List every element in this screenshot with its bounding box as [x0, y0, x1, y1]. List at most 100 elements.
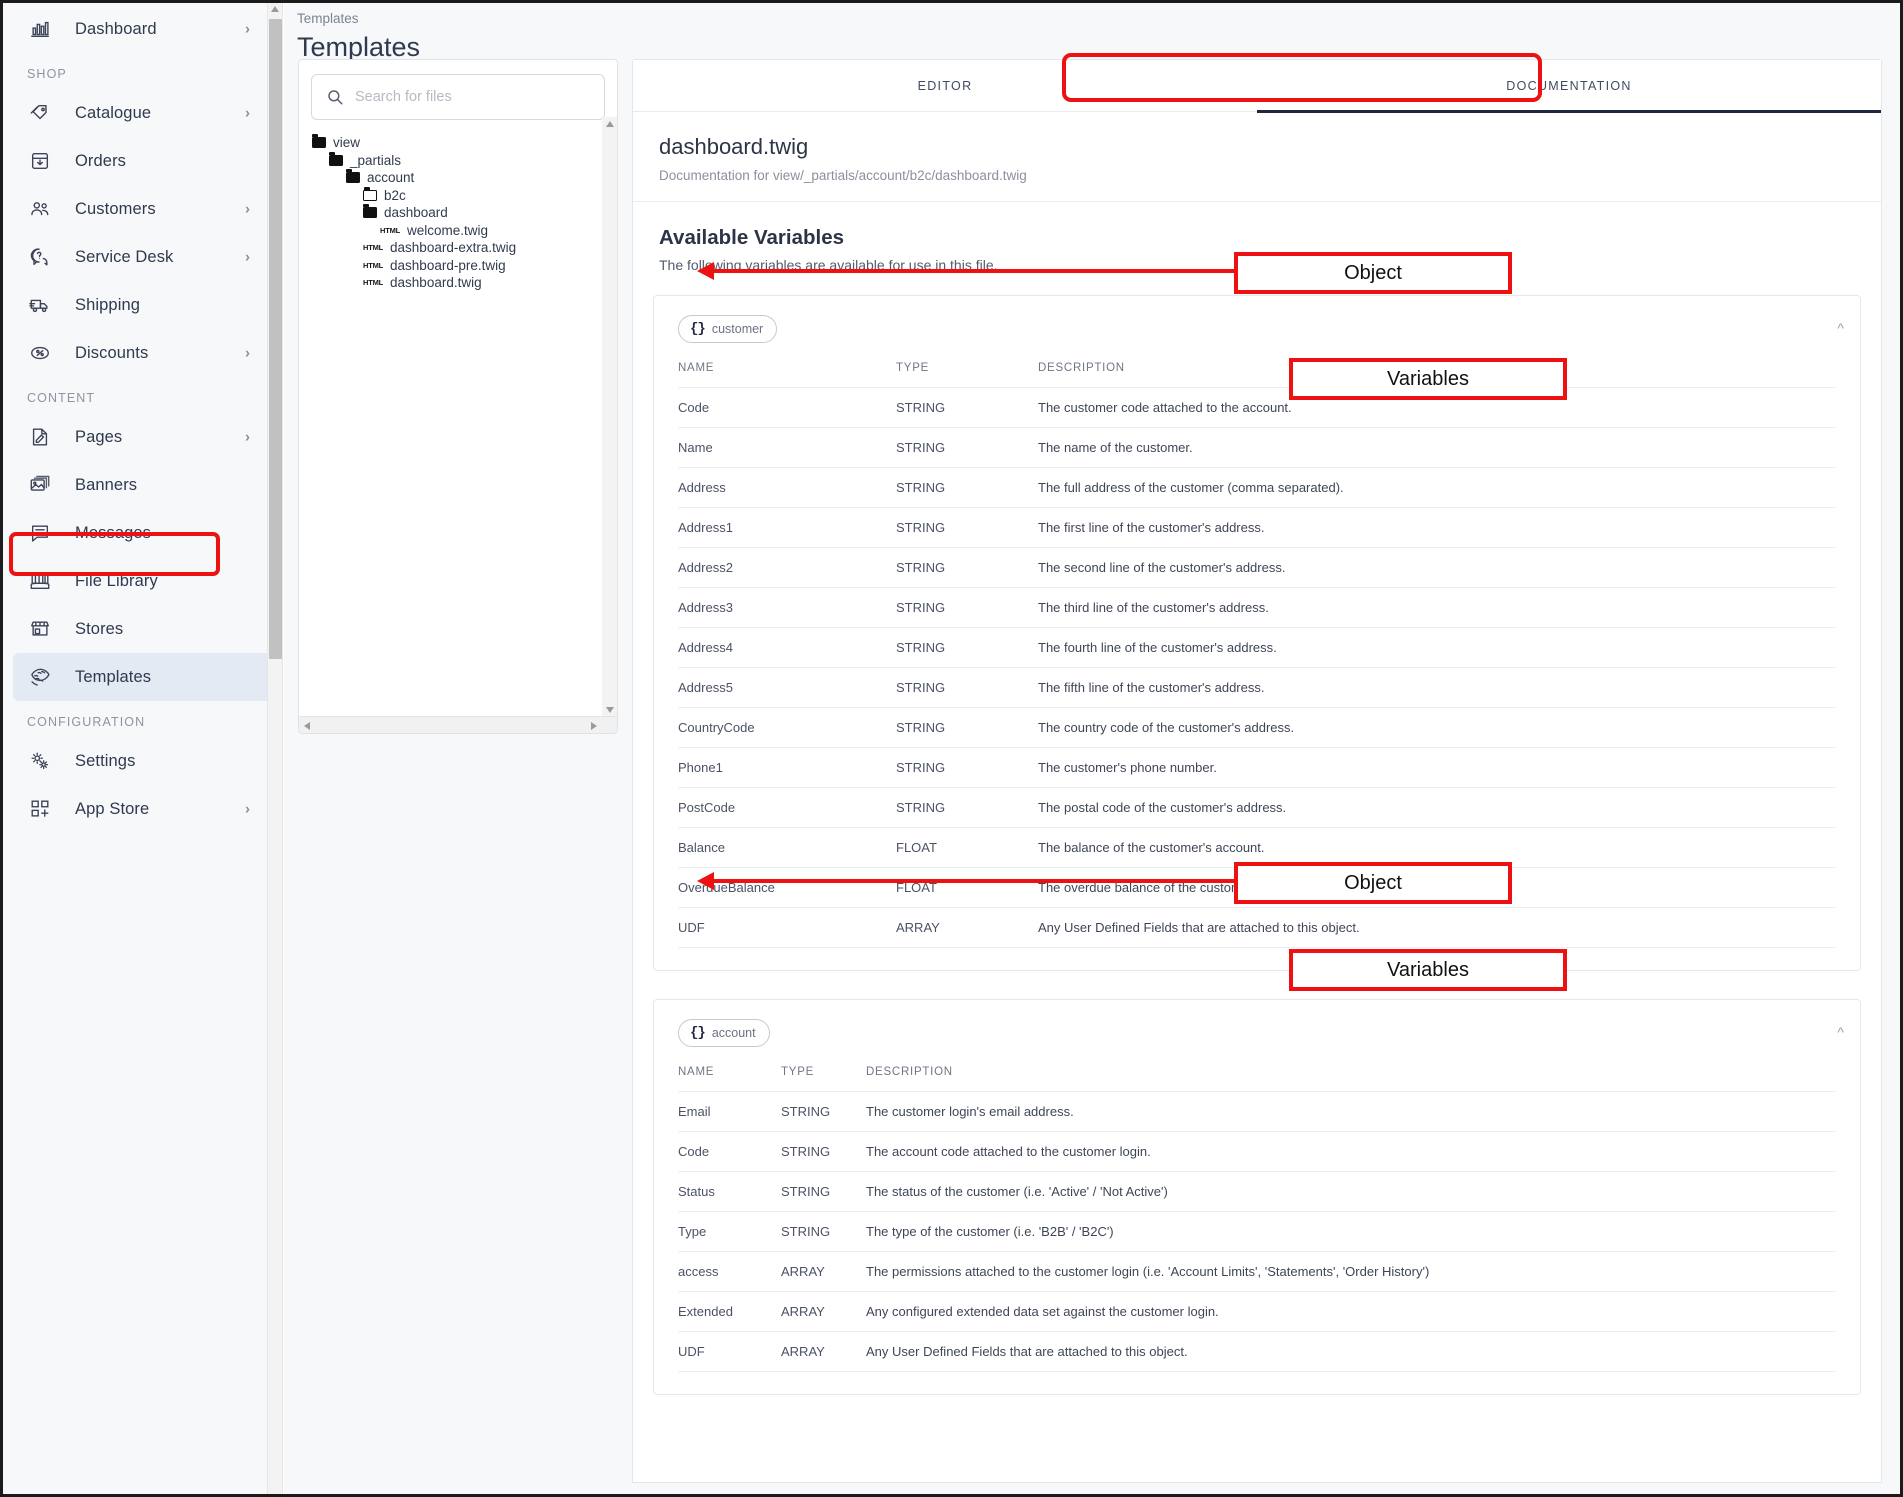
column-header-name: NAME: [678, 1066, 715, 1078]
table-row: Extended ARRAY Any configured extended dat…: [678, 1291, 1836, 1332]
tab-bar: EDITOR DOCUMENTATION: [632, 59, 1882, 113]
table-row: Email STRING The customer login's email ad…: [678, 1091, 1836, 1132]
variable-name: Type: [678, 1211, 781, 1252]
callout-object-account: Object: [1234, 862, 1512, 904]
tab-editor[interactable]: EDITOR: [633, 60, 1257, 111]
tree-item-file[interactable]: HTML dashboard-extra.twig: [302, 239, 617, 257]
variable-name: Status: [678, 1171, 781, 1212]
chevron-right-icon: ›: [245, 428, 250, 446]
tree-item-folder[interactable]: b2c: [302, 186, 617, 205]
variable-type: STRING: [896, 707, 1038, 748]
html-file-icon: HTML: [380, 225, 401, 235]
sidebar-item-messages[interactable]: Messages: [13, 509, 272, 557]
html-file-icon: HTML: [363, 278, 384, 288]
tree-item-label: _partials: [350, 152, 402, 168]
variable-description: Any User Defined Fields that are attache…: [866, 1331, 1836, 1372]
sidebar-item-label: Stores: [75, 619, 124, 638]
sidebar-section-configuration: CONFIGURATION: [27, 715, 146, 729]
variable-description: Any configured extended data set against…: [866, 1291, 1836, 1332]
variable-name: Code: [678, 387, 896, 428]
object-chip-row: {} customer: [654, 314, 1860, 344]
callout-leader-line: [703, 879, 1234, 883]
chevron-right-icon: ›: [245, 344, 250, 362]
variable-type: ARRAY: [896, 907, 1038, 948]
tab-documentation[interactable]: DOCUMENTATION: [1257, 60, 1881, 113]
sidebar-item-file-library[interactable]: File Library: [13, 557, 272, 605]
scroll-down-arrow-icon[interactable]: [605, 707, 614, 713]
chevron-up-icon[interactable]: ^: [1837, 320, 1844, 336]
search-input[interactable]: [355, 89, 595, 105]
page-edit-icon: [27, 424, 53, 450]
variable-type: STRING: [896, 427, 1038, 468]
tree-item-folder[interactable]: dashboard: [302, 204, 617, 222]
sidebar-item-dashboard[interactable]: Dashboard ›: [13, 5, 272, 53]
sidebar-item-label: Templates: [75, 667, 152, 686]
sidebar-item-customers[interactable]: Customers ›: [13, 185, 272, 233]
object-name: customer: [711, 322, 764, 336]
sidebar-item-catalogue[interactable]: Catalogue ›: [13, 89, 272, 137]
table-row: Name STRING The name of the customer.: [678, 427, 1836, 468]
column-header-description: DESCRIPTION: [866, 1066, 953, 1078]
scroll-up-arrow-icon[interactable]: [605, 121, 614, 127]
tree-item-file[interactable]: HTML dashboard.twig: [302, 274, 617, 292]
app-window: Dashboard › SHOP Catalogue › Orders Cust…: [0, 0, 1903, 1497]
sidebar-item-stores[interactable]: Stores: [13, 605, 272, 653]
library-icon: [27, 568, 53, 594]
callout-object-customer: Object: [1234, 252, 1512, 294]
search-box[interactable]: [311, 74, 605, 120]
variable-name: Code: [678, 1131, 781, 1172]
scrollbar-thumb[interactable]: [269, 19, 282, 659]
callout-arrow-icon: [697, 872, 714, 890]
tree-item-folder[interactable]: account: [302, 169, 617, 187]
tree-item-label: welcome.twig: [407, 222, 489, 238]
sidebar-item-templates[interactable]: Templates: [13, 653, 272, 701]
table-row: Address STRING The full address of the cus…: [678, 467, 1836, 508]
callout-variables-account: Variables: [1289, 949, 1567, 991]
tree-item-file[interactable]: HTML welcome.twig: [302, 222, 617, 240]
scroll-left-arrow-icon[interactable]: [304, 722, 310, 730]
variable-type: ARRAY: [781, 1291, 866, 1332]
tree-item-folder[interactable]: view: [302, 134, 617, 152]
tree-item-label: account: [367, 170, 415, 186]
chevron-right-icon: ›: [245, 20, 250, 38]
column-header-name: NAME: [678, 362, 715, 374]
tree-item-label: b2c: [384, 187, 406, 203]
braces-icon: {}: [690, 321, 706, 337]
file-browser-panel: view _partials account b2c dashboard: [298, 59, 618, 734]
sidebar-item-label: Settings: [75, 751, 136, 770]
document-subtitle: Documentation for view/_partials/account…: [659, 168, 1027, 183]
html-file-icon: HTML: [363, 243, 384, 253]
sidebar-item-shipping[interactable]: Shipping: [13, 281, 272, 329]
variable-name: Address: [678, 467, 896, 508]
variable-description: The type of the customer (i.e. 'B2B' / '…: [866, 1211, 1836, 1252]
variable-name: Name: [678, 427, 896, 468]
table-header-row: NAME TYPE DESCRIPTION: [678, 362, 1836, 388]
tree-item-label: dashboard-pre.twig: [390, 257, 506, 273]
tree-item-label: dashboard.twig: [390, 275, 482, 291]
chevron-up-icon[interactable]: ^: [1837, 1024, 1844, 1040]
variable-type: STRING: [896, 467, 1038, 508]
variable-name: Address2: [678, 547, 896, 588]
scroll-up-arrow-icon[interactable]: [271, 6, 279, 12]
sidebar-item-settings[interactable]: Settings: [13, 737, 272, 785]
file-tree-vertical-scrollbar[interactable]: [602, 117, 617, 717]
sidebar-item-pages[interactable]: Pages ›: [13, 413, 272, 461]
sidebar-item-banners[interactable]: Banners: [13, 461, 272, 509]
tree-item-folder[interactable]: _partials: [302, 151, 617, 170]
scroll-right-arrow-icon[interactable]: [591, 722, 597, 730]
breadcrumb[interactable]: Templates: [284, 3, 1900, 26]
sidebar-scrollbar[interactable]: [267, 3, 282, 1494]
sidebar-item-app-store[interactable]: App Store ›: [13, 785, 272, 833]
variable-description: The status of the customer (i.e. 'Active…: [866, 1171, 1836, 1212]
sidebar-item-service-desk[interactable]: Service Desk ›: [13, 233, 272, 281]
customer-object-chip[interactable]: {} customer: [678, 315, 778, 343]
sidebar-item-discounts[interactable]: Discounts ›: [13, 329, 272, 377]
tree-item-file[interactable]: HTML dashboard-pre.twig: [302, 257, 617, 275]
variable-name: Address3: [678, 587, 896, 628]
table-row: Status STRING The status of the customer (…: [678, 1171, 1836, 1212]
variable-description: The name of the customer.: [1038, 427, 1836, 468]
account-object-chip[interactable]: {} account: [678, 1019, 770, 1047]
file-tree-horizontal-scrollbar[interactable]: [299, 716, 617, 733]
sidebar-item-label: Dashboard: [75, 19, 157, 38]
sidebar-item-orders[interactable]: Orders: [13, 137, 272, 185]
